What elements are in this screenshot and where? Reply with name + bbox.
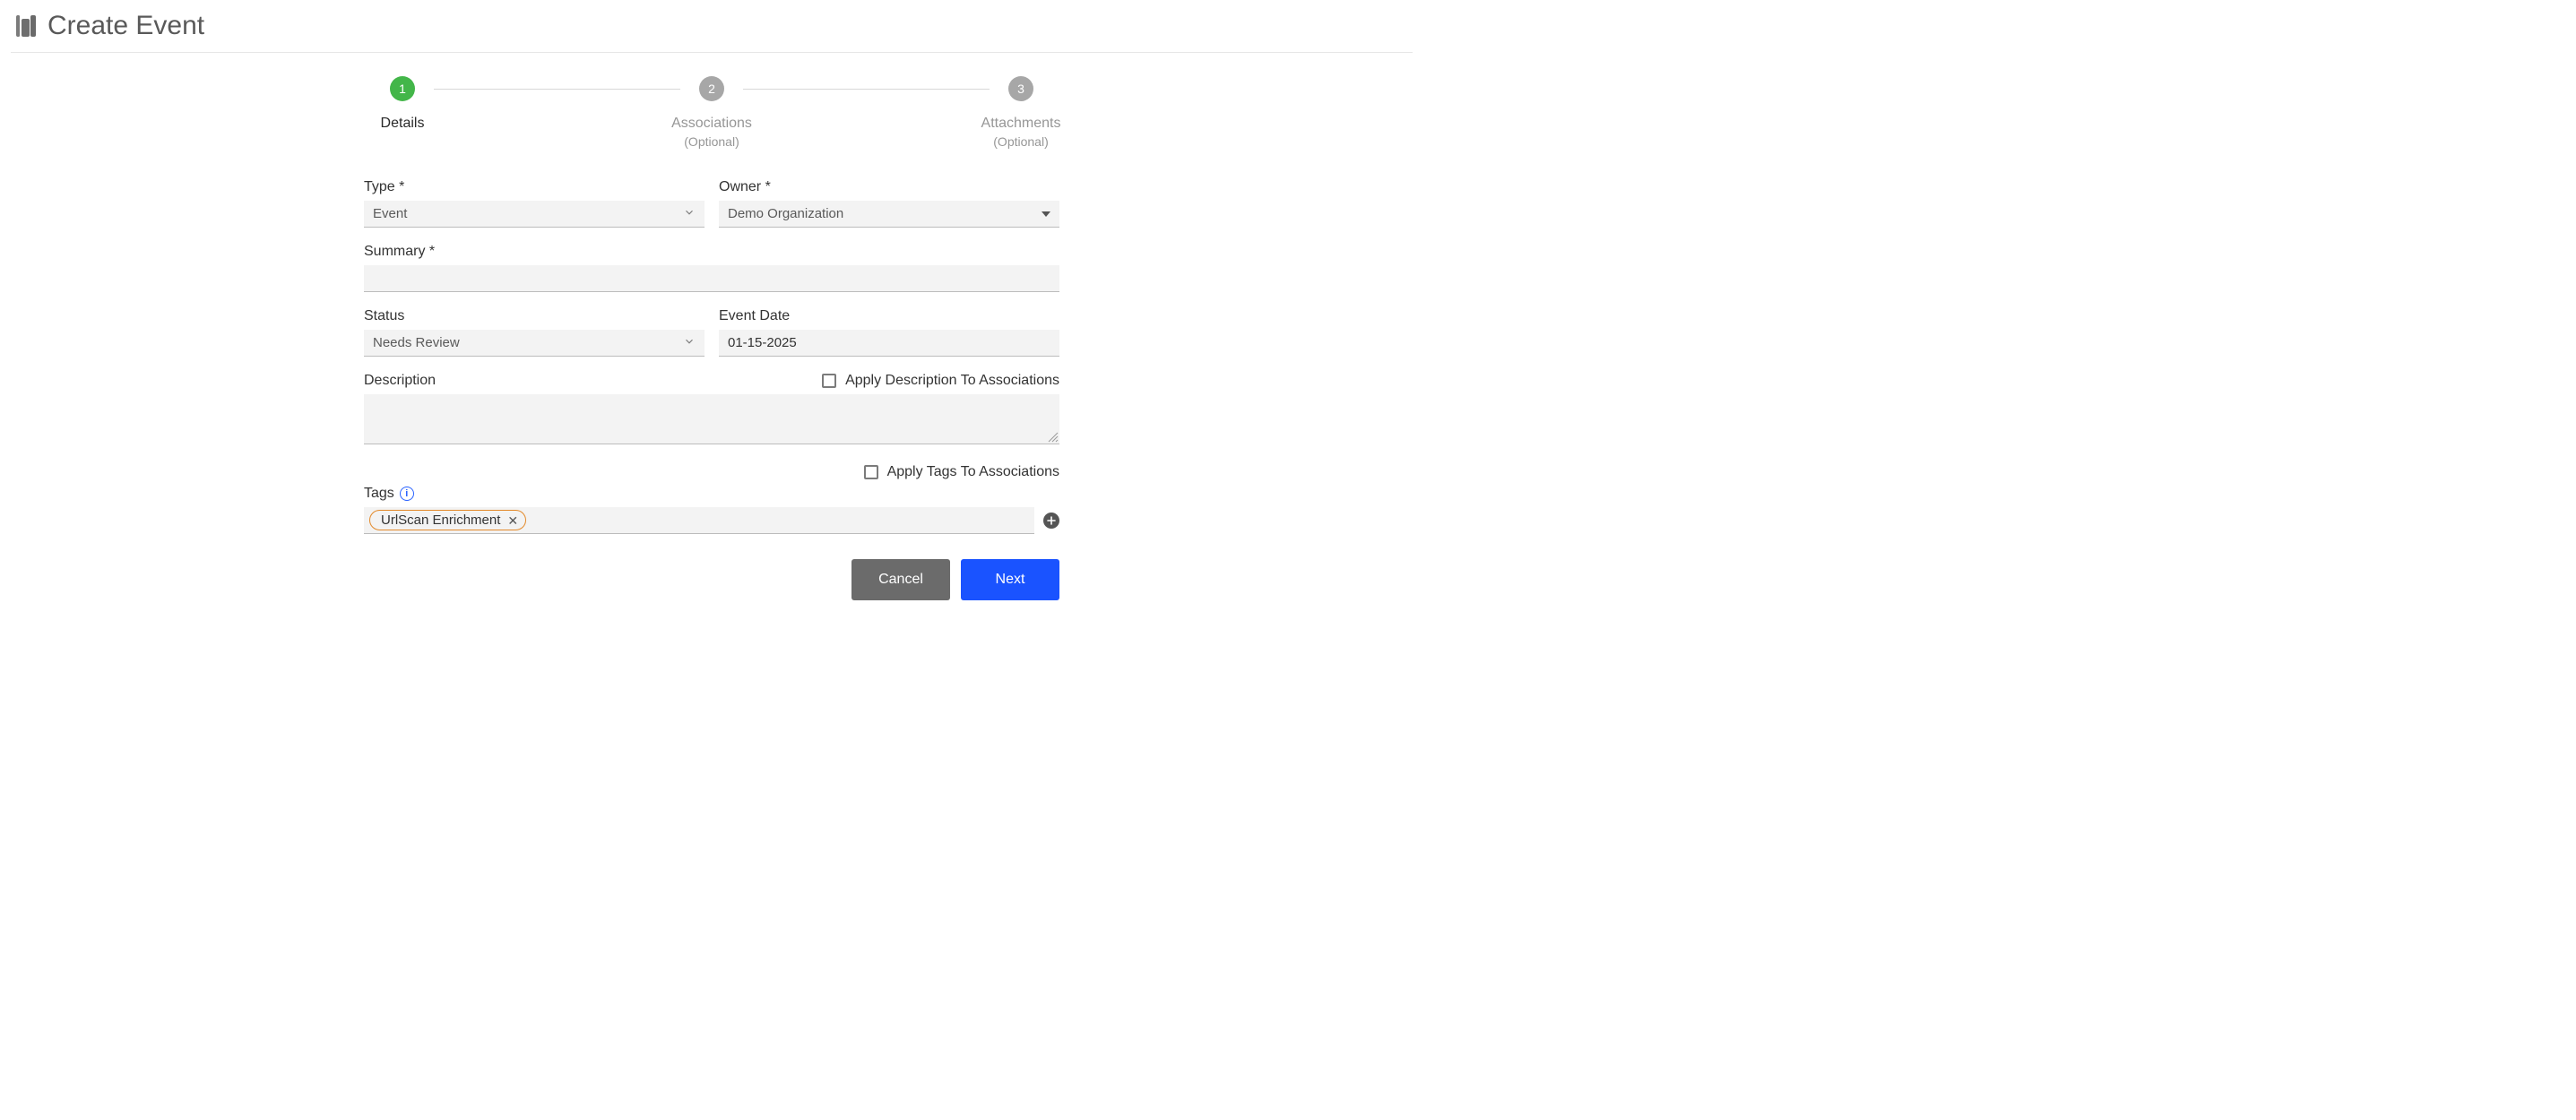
- description-label: Description: [364, 373, 436, 389]
- add-tag-button[interactable]: [1043, 513, 1059, 529]
- summary-input[interactable]: [373, 271, 1050, 286]
- owner-value: Demo Organization: [728, 206, 843, 221]
- checkbox-icon: [864, 465, 878, 479]
- type-select[interactable]: Event: [364, 201, 705, 228]
- stepper: 1 Details 2 Associations (Optional) 3 At…: [371, 76, 1052, 149]
- step-details[interactable]: 1 Details: [371, 76, 434, 132]
- page-root: Create Event 1 Details 2 Associations (O…: [0, 0, 1413, 636]
- status-value: Needs Review: [373, 335, 460, 350]
- tag-chip: UrlScan Enrichment ✕: [369, 510, 526, 530]
- form: Type * Event Owner * Demo Organization: [364, 179, 1059, 600]
- cancel-button[interactable]: Cancel: [851, 559, 950, 600]
- chevron-down-icon: [683, 206, 696, 222]
- owner-label: Owner *: [719, 179, 1059, 195]
- step-sublabel: (Optional): [684, 134, 739, 149]
- remove-tag-icon[interactable]: ✕: [507, 514, 518, 527]
- apply-tags-checkbox[interactable]: Apply Tags To Associations: [864, 464, 1059, 480]
- summary-input-wrapper: [364, 265, 1059, 292]
- caret-down-icon: [1042, 211, 1050, 217]
- status-label: Status: [364, 308, 705, 324]
- page-header: Create Event: [11, 9, 1413, 52]
- description-field: [364, 394, 1059, 444]
- resize-handle-icon[interactable]: [1048, 432, 1059, 443]
- row-summary: Summary *: [364, 244, 1059, 292]
- tags-input[interactable]: UrlScan Enrichment ✕: [364, 507, 1034, 534]
- tag-name: UrlScan Enrichment: [381, 513, 500, 528]
- step-number: 2: [699, 76, 724, 101]
- step-connector: [743, 89, 990, 90]
- step-attachments[interactable]: 3 Attachments (Optional): [990, 76, 1052, 149]
- step-label: Associations: [671, 116, 752, 132]
- step-sublabel: (Optional): [993, 134, 1048, 149]
- apply-description-label: Apply Description To Associations: [845, 373, 1059, 389]
- owner-select[interactable]: Demo Organization: [719, 201, 1059, 228]
- chevron-down-icon: [683, 335, 696, 351]
- description-textarea[interactable]: [364, 394, 1059, 439]
- checkbox-icon: [822, 374, 836, 388]
- step-connector: [434, 89, 680, 90]
- apply-tags-label: Apply Tags To Associations: [887, 464, 1059, 480]
- eventdate-label: Event Date: [719, 308, 1059, 324]
- step-number: 3: [1008, 76, 1033, 101]
- description-header: Description Apply Description To Associa…: [364, 373, 1059, 389]
- tags-label-text: Tags: [364, 486, 394, 502]
- row-status-date: Status Needs Review Event Date: [364, 308, 1059, 357]
- apply-description-checkbox[interactable]: Apply Description To Associations: [822, 373, 1059, 389]
- step-associations[interactable]: 2 Associations (Optional): [680, 76, 743, 149]
- button-row: Cancel Next: [364, 559, 1059, 600]
- apply-tags-row: Apply Tags To Associations: [364, 464, 1059, 480]
- eventdate-input-wrapper: [719, 330, 1059, 357]
- tags-row: UrlScan Enrichment ✕: [364, 507, 1059, 534]
- eventdate-input[interactable]: [728, 335, 1050, 350]
- summary-label: Summary *: [364, 244, 1059, 260]
- type-value: Event: [373, 206, 407, 221]
- row-type-owner: Type * Event Owner * Demo Organization: [364, 179, 1059, 228]
- status-select[interactable]: Needs Review: [364, 330, 705, 357]
- next-button[interactable]: Next: [961, 559, 1059, 600]
- info-icon[interactable]: i: [400, 487, 414, 501]
- step-number: 1: [390, 76, 415, 101]
- divider: [11, 52, 1413, 53]
- tags-label: Tags i: [364, 486, 1059, 502]
- step-label: Details: [381, 116, 425, 132]
- event-icon: [16, 15, 35, 37]
- type-label: Type *: [364, 179, 705, 195]
- page-title: Create Event: [48, 11, 204, 41]
- step-label: Attachments: [981, 116, 1061, 132]
